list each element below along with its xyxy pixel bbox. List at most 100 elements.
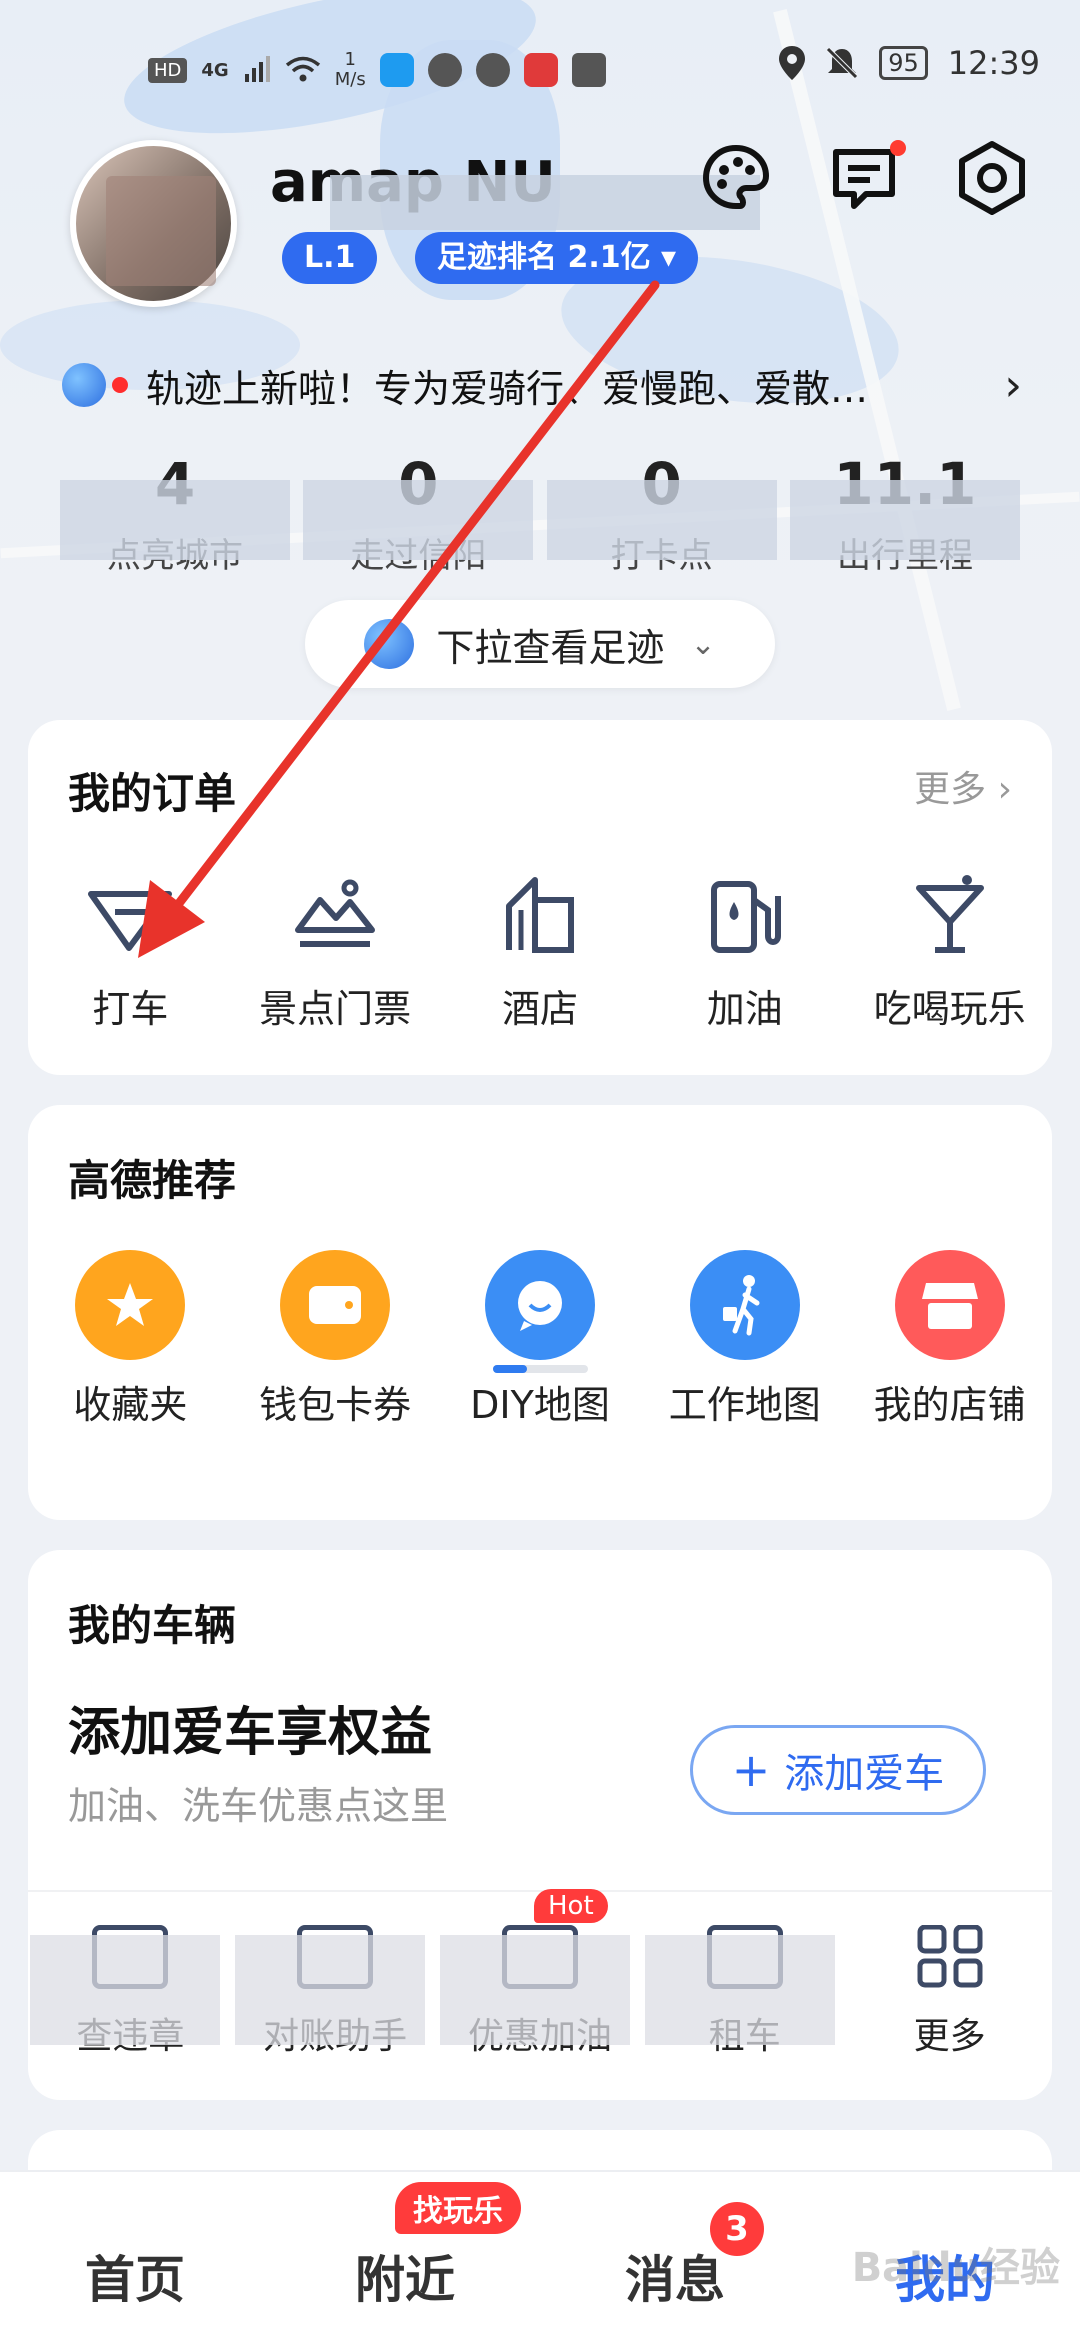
add-car-label: 添加爱车 xyxy=(784,1751,945,1797)
privacy-blur xyxy=(30,1935,221,2045)
tool-violation[interactable]: 查违章 xyxy=(30,1925,221,2059)
orders-card: 我的订单 更多 › 打车 景点门票 酒店 加油 吃喝玩乐 xyxy=(28,720,1052,1075)
tool-discount-fuel[interactable]: Hot 优惠加油 xyxy=(439,1889,630,2059)
order-entertainment[interactable]: 吃喝玩乐 xyxy=(855,870,1045,1033)
privacy-blur xyxy=(60,480,290,560)
chevron-right-icon: › xyxy=(997,769,1012,810)
vehicle-headline: 添加爱车享权益 xyxy=(68,1703,433,1763)
taxi-icon xyxy=(88,891,173,951)
privacy-blur xyxy=(303,480,534,560)
recommend-my-store[interactable]: 我的店铺 xyxy=(855,1250,1045,1429)
cocktail-icon xyxy=(915,875,984,953)
nav-app-icon xyxy=(475,53,510,87)
theme-button[interactable] xyxy=(698,140,774,216)
order-scenic-ticket[interactable]: 景点门票 xyxy=(240,870,430,1033)
order-label: 吃喝玩乐 xyxy=(873,987,1026,1031)
recommend-label: DIY地图 xyxy=(470,1383,610,1427)
tab-label: 消息 xyxy=(625,2251,725,2309)
level-chip[interactable]: L.1 xyxy=(282,232,378,284)
recommend-label: 我的店铺 xyxy=(873,1383,1026,1427)
tool-etc[interactable]: 对账助手 xyxy=(235,1925,426,2059)
pull-down-footprint[interactable]: 下拉查看足迹 ⌄ xyxy=(305,600,775,688)
gear-icon xyxy=(959,141,1025,215)
page-indicator xyxy=(493,1365,588,1373)
privacy-blur xyxy=(546,480,777,560)
footprint-rank-chip[interactable]: 足迹排名 2.1亿 ▾ xyxy=(415,232,699,284)
privacy-blur xyxy=(789,480,1020,560)
recommend-title: 高德推荐 xyxy=(68,1156,237,1205)
order-label: 景点门票 xyxy=(259,987,412,1031)
unread-dot xyxy=(890,140,906,156)
privacy-blur xyxy=(330,175,760,230)
hms-app-icon xyxy=(571,53,606,87)
pull-tip-text: 下拉查看足迹 xyxy=(436,625,665,670)
settings-button[interactable] xyxy=(954,140,1030,216)
recommend-work-map[interactable]: 工作地图 xyxy=(650,1250,840,1429)
stats-row: 4 点亮城市 0 走过信阳 0 打卡点 11.1 出行里程 xyxy=(60,450,1020,580)
stat-checkins[interactable]: 0 打卡点 xyxy=(546,450,777,580)
recommend-wallet[interactable]: 钱包卡券 xyxy=(240,1250,430,1429)
star-icon xyxy=(75,1250,186,1360)
avatar[interactable] xyxy=(70,140,237,307)
announce-logo-icon xyxy=(62,363,106,407)
watermark: Baidu经验 xyxy=(851,2245,1060,2291)
order-taxi[interactable]: 打车 xyxy=(35,870,225,1033)
orders-title: 我的订单 xyxy=(68,769,237,818)
order-hotel[interactable]: 酒店 xyxy=(445,870,635,1033)
recommend-favorites[interactable]: 收藏夹 xyxy=(35,1250,225,1429)
tool-more[interactable]: 更多 xyxy=(860,1925,1040,2059)
signal-icon xyxy=(244,56,270,82)
battery-indicator: 95 xyxy=(879,46,928,80)
chevron-right-icon: › xyxy=(1004,359,1022,411)
palette-icon xyxy=(702,144,770,209)
recommend-label: 钱包卡券 xyxy=(259,1383,412,1427)
order-fuel[interactable]: 加油 xyxy=(650,870,840,1033)
grid-icon xyxy=(917,1925,983,1988)
privacy-blur xyxy=(439,1935,630,2045)
stat-cities[interactable]: 4 点亮城市 xyxy=(60,450,290,580)
add-car-button[interactable]: + 添加爱车 xyxy=(690,1725,986,1815)
announcement-bar[interactable]: 轨迹上新啦！专为爱骑行、爱慢跑、爱散… › xyxy=(62,355,1022,415)
tab-label: 附近 xyxy=(355,2251,455,2309)
network-indicator: 4G xyxy=(201,59,229,81)
tab-messages[interactable]: 3 消息 xyxy=(540,2172,810,2342)
announcement-text: 轨迹上新啦！专为爱骑行、爱慢跑、爱散… xyxy=(146,366,869,411)
wallet-icon xyxy=(280,1250,391,1360)
plus-icon: + xyxy=(731,1743,771,1797)
hd-indicator: HD xyxy=(148,57,188,83)
more-label: 更多 xyxy=(914,769,987,810)
recommend-label: 工作地图 xyxy=(668,1383,821,1427)
order-label: 打车 xyxy=(92,987,169,1031)
tab-nearby[interactable]: 找玩乐 附近 xyxy=(270,2172,540,2342)
speed-unit: M/s xyxy=(334,69,366,90)
message-button[interactable] xyxy=(826,140,906,216)
nearby-badge: 找玩乐 xyxy=(395,2182,521,2234)
recommend-diy-map[interactable]: DIY地图 xyxy=(445,1250,635,1429)
hot-badge: Hot xyxy=(533,1889,608,1923)
privacy-blur xyxy=(235,1935,426,2045)
tool-label: 更多 xyxy=(913,2016,986,2057)
mute-icon xyxy=(826,47,859,79)
search-app-icon xyxy=(379,53,414,87)
order-label: 酒店 xyxy=(501,987,578,1031)
new-dot xyxy=(112,377,128,393)
stat-mileage[interactable]: 11.1 出行里程 xyxy=(789,450,1020,580)
reader-app-icon xyxy=(523,53,558,87)
vehicle-title: 我的车辆 xyxy=(68,1601,237,1650)
chevron-down-icon: ⌄ xyxy=(690,626,716,662)
vehicle-card: 我的车辆 添加爱车享权益 加油、洗车优惠点这里 + 添加爱车 查违章 对账助手 … xyxy=(28,1550,1052,2100)
recommend-label: 收藏夹 xyxy=(73,1383,188,1427)
store-icon xyxy=(894,1250,1005,1360)
orders-more-link[interactable]: 更多 › xyxy=(914,760,1012,812)
tool-car-rental[interactable]: 租车 xyxy=(644,1925,835,2059)
stat-visited[interactable]: 0 走过信阳 xyxy=(303,450,534,580)
tab-home[interactable]: 首页 xyxy=(0,2172,270,2342)
recommend-card: 高德推荐 收藏夹 钱包卡券 DIY地图 工作地图 我的店铺 xyxy=(28,1105,1052,1520)
hotel-icon xyxy=(505,877,574,953)
wifi-icon xyxy=(285,56,320,82)
vehicle-desc: 加油、洗车优惠点这里 xyxy=(68,1784,449,1828)
message-count-badge: 3 xyxy=(710,2202,764,2256)
order-label: 加油 xyxy=(706,987,783,1031)
clock: 12:39 xyxy=(947,44,1040,82)
scenic-ticket-icon xyxy=(295,879,376,947)
